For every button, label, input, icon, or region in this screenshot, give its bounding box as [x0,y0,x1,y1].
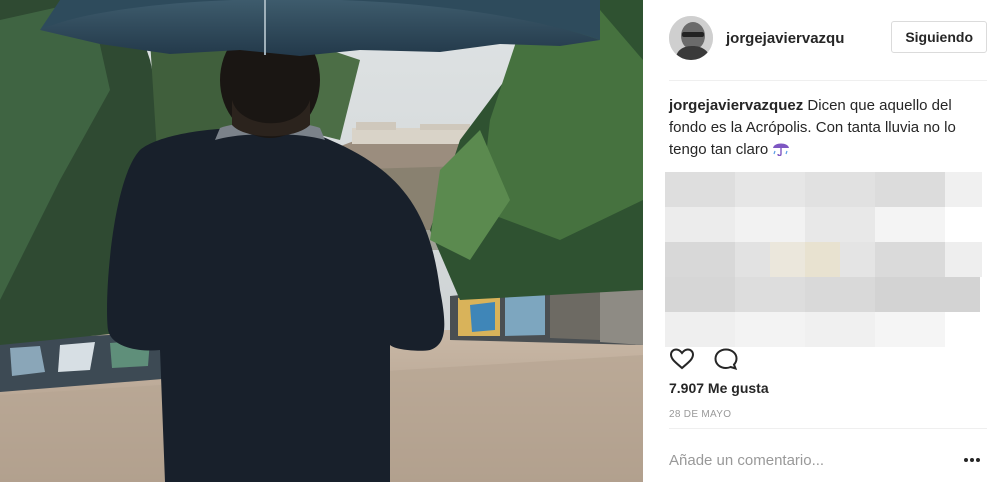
post-actions [669,347,739,371]
avatar[interactable] [669,16,713,60]
heart-icon[interactable] [669,347,695,371]
post-side-panel: jorgejaviervazqu Siguiendo jorgejavierva… [643,0,1000,482]
comment-icon[interactable] [713,347,739,371]
caption-username[interactable]: jorgejaviervazquez [669,97,803,114]
comment-divider [669,428,987,429]
pixelated-content [665,157,982,350]
following-button[interactable]: Siguiendo [891,21,987,53]
comment-input[interactable] [669,446,949,474]
more-dot [964,458,968,462]
photo-man-with-umbrella-acropolis [0,0,643,482]
blurred-comments [665,157,982,350]
post-author-username[interactable]: jorgejaviervazqu [726,30,844,47]
more-dot [976,458,980,462]
post-date[interactable]: 28 de mayo [669,409,731,420]
instagram-post: jorgejaviervazqu Siguiendo jorgejavierva… [0,0,1000,482]
more-options-icon[interactable] [961,451,983,469]
profile-photo-icon [669,16,713,60]
post-header: jorgejaviervazqu Siguiendo [669,14,987,62]
post-photo[interactable] [0,0,643,482]
umbrella-with-rain-emoji [773,143,790,156]
post-caption: jorgejaviervazquez Dicen que aquello del… [669,95,969,161]
like-count[interactable]: 7.907 Me gusta [669,380,769,396]
header-divider [669,80,987,81]
more-dot [970,458,974,462]
